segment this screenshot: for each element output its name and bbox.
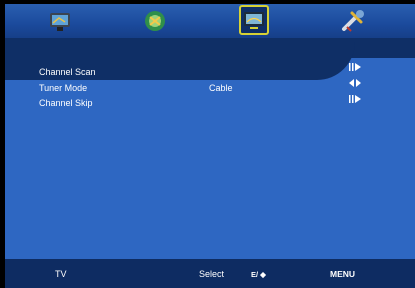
source-label: TV <box>55 269 67 279</box>
tv-icon[interactable] <box>46 7 74 35</box>
status-bar: TV Select E/ ◆ MENU <box>5 259 415 288</box>
tv-menu-screen: Channel Scan Tuner Mode Cable Channel Sk… <box>0 0 415 288</box>
selection-highlight-tail <box>355 52 415 58</box>
enter-arrow-icon <box>349 95 361 103</box>
navigation-keys-hint: E/ ◆ <box>251 270 266 279</box>
menu-key-label: MENU <box>330 269 356 279</box>
setup-icon[interactable] <box>339 7 367 35</box>
menu-item-label: Channel Scan <box>39 67 96 77</box>
enter-arrow-icon <box>349 63 361 71</box>
menu-item-label: Channel Skip <box>39 98 93 108</box>
channel-menu-panel: Channel Scan Tuner Mode Cable Channel Sk… <box>5 38 415 259</box>
menu-item-label: Tuner Mode <box>39 83 88 93</box>
audio-icon[interactable] <box>141 7 169 35</box>
channel-icon[interactable] <box>239 5 269 35</box>
select-label: Select <box>199 269 225 279</box>
menu-tab-bar <box>5 4 415 38</box>
left-right-arrow-icon <box>349 79 361 87</box>
menu-item-value: Cable <box>209 83 233 93</box>
